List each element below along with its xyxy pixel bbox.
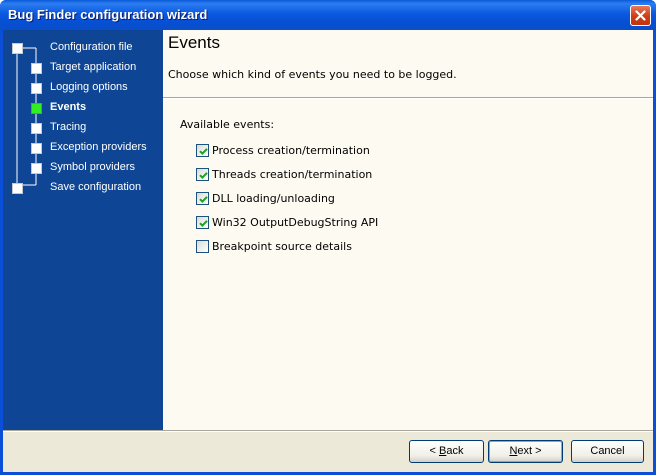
checkmark-icon	[199, 147, 208, 155]
sidebar-step-6: Symbol providers	[50, 161, 135, 173]
steps-sidebar: Configuration file Target application Logg…	[3, 30, 163, 430]
event-checkbox[interactable]	[196, 143, 209, 157]
header-divider	[163, 97, 653, 99]
sidebar-step-2: Logging options	[50, 81, 128, 93]
title-bar[interactable]: Bug Finder configuration wizard	[0, 0, 656, 30]
main-panel: Events Choose which kind of events you n…	[163, 30, 653, 430]
checkmark-icon	[199, 219, 208, 227]
event-option[interactable]: DLL loading/unloading	[196, 191, 335, 205]
available-events-label: Available events:	[180, 118, 275, 131]
active-step-marker	[31, 103, 42, 114]
event-checkbox[interactable]	[196, 239, 209, 253]
client-area: Configuration file Target application Logg…	[3, 30, 653, 472]
step-marker	[31, 123, 42, 134]
step-marker	[31, 63, 42, 74]
sidebar-step-0: Configuration file	[50, 41, 133, 53]
event-checkbox[interactable]	[196, 167, 209, 181]
close-button[interactable]	[630, 5, 651, 26]
event-option[interactable]: Win32 OutputDebugString API	[196, 215, 378, 229]
event-label: Process creation/termination	[212, 143, 370, 157]
back-button-rest: ack	[446, 445, 464, 457]
back-button-prefix: <	[429, 445, 439, 457]
next-button-rest: ext	[517, 445, 533, 457]
page-title: Events	[168, 33, 220, 52]
sidebar-step-4: Tracing	[50, 121, 87, 133]
footer-divider	[3, 430, 653, 432]
window-title: Bug Finder configuration wizard	[8, 7, 208, 22]
step-marker	[12, 183, 23, 194]
event-checkbox[interactable]	[196, 191, 209, 205]
wizard-window: Bug Finder configuration wizard Configur…	[0, 0, 656, 475]
next-button[interactable]: Next >	[488, 440, 563, 463]
event-option[interactable]: Breakpoint source details	[196, 239, 352, 253]
event-option[interactable]: Process creation/termination	[196, 143, 370, 157]
sidebar-step-3: Events	[50, 101, 87, 113]
event-label: Win32 OutputDebugString API	[212, 215, 379, 229]
event-label: DLL loading/unloading	[212, 191, 335, 205]
event-label: Breakpoint source details	[212, 239, 352, 253]
step-marker	[12, 43, 23, 54]
step-marker	[31, 83, 42, 94]
step-marker	[31, 163, 42, 174]
back-button[interactable]: < Back	[409, 440, 484, 463]
event-label: Threads creation/termination	[212, 167, 373, 181]
checkmark-icon	[199, 195, 208, 203]
close-icon	[635, 10, 646, 21]
event-checkbox[interactable]	[196, 215, 209, 229]
checkmark-icon	[199, 171, 208, 179]
event-option[interactable]: Threads creation/termination	[196, 167, 372, 181]
next-button-suffix: >	[532, 445, 542, 457]
sidebar-step-7: Save configuration	[50, 181, 142, 193]
cancel-button[interactable]: Cancel	[571, 440, 644, 463]
sidebar-step-5: Exception providers	[50, 141, 147, 153]
step-marker	[31, 143, 42, 154]
page-subtitle: Choose which kind of events you need to …	[168, 68, 457, 81]
sidebar-step-1: Target application	[50, 61, 137, 73]
